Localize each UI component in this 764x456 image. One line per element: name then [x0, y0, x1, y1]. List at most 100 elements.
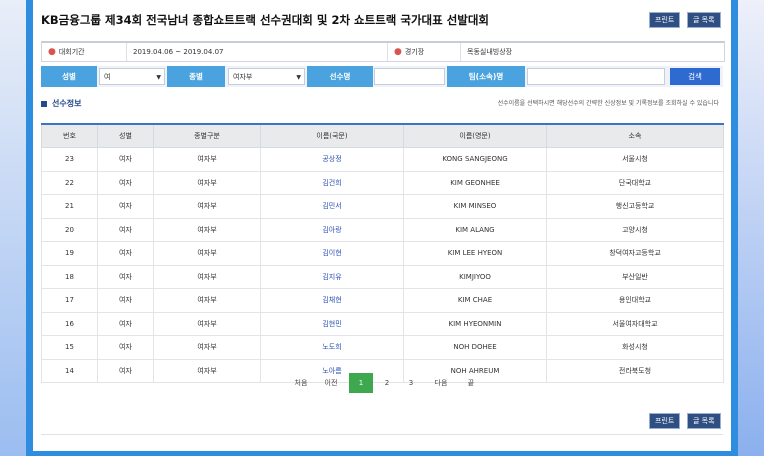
cell-gender: 여자	[97, 147, 154, 172]
player-name-link[interactable]: 공상정	[260, 147, 404, 172]
content-panel: KB금융그룹 제34회 전국남녀 종합쇼트트랙 선수권대회 및 2차 쇼트트랙 …	[33, 0, 731, 451]
period-value: 2019.04.06 ~ 2019.04.07	[126, 43, 223, 61]
search-button[interactable]: 검색	[670, 68, 720, 85]
table-row: 17 여자 여자부 김채현 KIM CHAE 용인대학교	[41, 288, 724, 313]
background-right	[738, 0, 764, 456]
table-row: 22 여자 여자부 김건희 KIM GEONHEE 단국대학교	[41, 170, 724, 195]
cell-english-name: KIM ALANG	[403, 217, 547, 242]
chevron-down-icon: ▼	[156, 74, 161, 81]
event-select[interactable]: 여자부 ▼	[228, 68, 305, 85]
section-title: 선수정보	[41, 98, 81, 109]
cell-gender: 여자	[97, 288, 154, 313]
cell-gender: 여자	[97, 241, 154, 266]
cell-event: 여자부	[153, 147, 261, 172]
section-title-text: 선수정보	[52, 99, 82, 108]
cell-affiliation: 행신고등학교	[546, 194, 724, 219]
cell-english-name: KIM MINSEO	[403, 194, 547, 219]
player-name-link[interactable]: 김채현	[260, 288, 404, 313]
cell-number: 23	[41, 147, 98, 172]
cell-affiliation: 서울시청	[546, 147, 724, 172]
page-first[interactable]: 처음	[289, 373, 313, 393]
chevron-down-icon: ▼	[296, 74, 301, 81]
player-name-link[interactable]: 김민서	[260, 194, 404, 219]
team-label: 팀(소속)명	[447, 66, 525, 87]
cell-event: 여자부	[153, 241, 261, 266]
table-row: 19 여자 여자부 김이현 KIM LEE HYEON 창덕여자고등학교	[41, 241, 724, 266]
cell-number: 15	[41, 335, 98, 360]
player-name-input[interactable]	[374, 68, 445, 85]
content-frame: KB금융그룹 제34회 전국남녀 종합쇼트트랙 선수권대회 및 2차 쇼트트랙 …	[26, 0, 738, 456]
header-gender: 성별	[97, 123, 154, 148]
cell-gender: 여자	[97, 194, 154, 219]
period-label-cell: ● 대회기간	[48, 43, 85, 61]
player-name-link[interactable]: 김아랑	[260, 217, 404, 242]
pagination: 처음 이전 1 2 3 다음 끝	[33, 373, 731, 393]
cell-event: 여자부	[153, 264, 261, 289]
cell-event: 여자부	[153, 288, 261, 313]
cell-event: 여자부	[153, 335, 261, 360]
players-table: 번호 성별 종별구분 이름(국문) 이름(영문) 소속 23 여자 여자부 공상…	[41, 123, 724, 383]
cell-event: 여자부	[153, 311, 261, 336]
page-next[interactable]: 다음	[429, 373, 453, 393]
header-affiliation: 소속	[546, 123, 724, 148]
square-bullet-icon	[41, 100, 47, 107]
gender-select-value: 여	[104, 73, 111, 81]
cell-english-name: KIM HYEONMIN	[403, 311, 547, 336]
cell-english-name: KIM LEE HYEON	[403, 241, 547, 266]
background-left	[0, 0, 26, 456]
print-button-top[interactable]: 프린트	[649, 12, 681, 28]
bullet-icon: ●	[394, 47, 402, 57]
venue-label: 경기장	[404, 48, 425, 56]
cell-event: 여자부	[153, 217, 261, 242]
page-1[interactable]: 1	[349, 373, 373, 393]
cell-affiliation: 단국대학교	[546, 170, 724, 195]
player-name-link[interactable]: 김이현	[260, 241, 404, 266]
list-button-top[interactable]: 글 목록	[687, 12, 721, 28]
list-button-bottom[interactable]: 글 목록	[687, 413, 721, 429]
divider	[41, 434, 723, 435]
team-input[interactable]	[527, 68, 665, 85]
page-3[interactable]: 3	[401, 373, 421, 393]
player-name-link[interactable]: 김지유	[260, 264, 404, 289]
cell-number: 22	[41, 170, 98, 195]
header-english-name: 이름(영문)	[403, 123, 547, 148]
event-label: 종별	[167, 66, 225, 87]
player-name-link[interactable]: 김현민	[260, 311, 404, 336]
header-number: 번호	[41, 123, 98, 148]
cell-gender: 여자	[97, 170, 154, 195]
cell-number: 21	[41, 194, 98, 219]
gender-select[interactable]: 여 ▼	[99, 68, 165, 85]
table-row: 23 여자 여자부 공상정 KONG SANGJEONG 서울시청	[41, 147, 724, 172]
print-button-bottom[interactable]: 프린트	[649, 413, 681, 429]
cell-affiliation: 고양시청	[546, 217, 724, 242]
cell-gender: 여자	[97, 335, 154, 360]
player-name-label: 선수명	[307, 66, 373, 87]
cell-number: 18	[41, 264, 98, 289]
section-notice: 선수이름을 선택하시면 해당선수의 간략한 신상정보 및 기록정보를 조회하실 …	[497, 100, 719, 107]
cell-affiliation: 부산일반	[546, 264, 724, 289]
cell-number: 19	[41, 241, 98, 266]
table-row: 21 여자 여자부 김민서 KIM MINSEO 행신고등학교	[41, 194, 724, 219]
cell-english-name: KIMJIYOO	[403, 264, 547, 289]
search-bar: 성별 여 ▼ 종별 여자부 ▼ 선수명 팀(소속)명 검색	[41, 66, 723, 87]
cell-english-name: KONG SANGJEONG	[403, 147, 547, 172]
cell-affiliation: 화성시청	[546, 335, 724, 360]
player-name-link[interactable]: 노도희	[260, 335, 404, 360]
cell-gender: 여자	[97, 311, 154, 336]
cell-event: 여자부	[153, 194, 261, 219]
header-event: 종별구분	[153, 123, 261, 148]
player-name-link[interactable]: 김건희	[260, 170, 404, 195]
page-2[interactable]: 2	[377, 373, 397, 393]
cell-gender: 여자	[97, 264, 154, 289]
table-row: 20 여자 여자부 김아랑 KIM ALANG 고양시청	[41, 217, 724, 242]
page-prev[interactable]: 이전	[319, 373, 343, 393]
cell-gender: 여자	[97, 217, 154, 242]
table-row: 18 여자 여자부 김지유 KIMJIYOO 부산일반	[41, 264, 724, 289]
cell-event: 여자부	[153, 170, 261, 195]
header-korean-name: 이름(국문)	[260, 123, 404, 148]
gender-label: 성별	[41, 66, 97, 87]
cell-english-name: NOH DOHEE	[403, 335, 547, 360]
cell-english-name: KIM CHAE	[403, 288, 547, 313]
event-select-value: 여자부	[233, 73, 253, 81]
page-last[interactable]: 끝	[459, 373, 483, 393]
